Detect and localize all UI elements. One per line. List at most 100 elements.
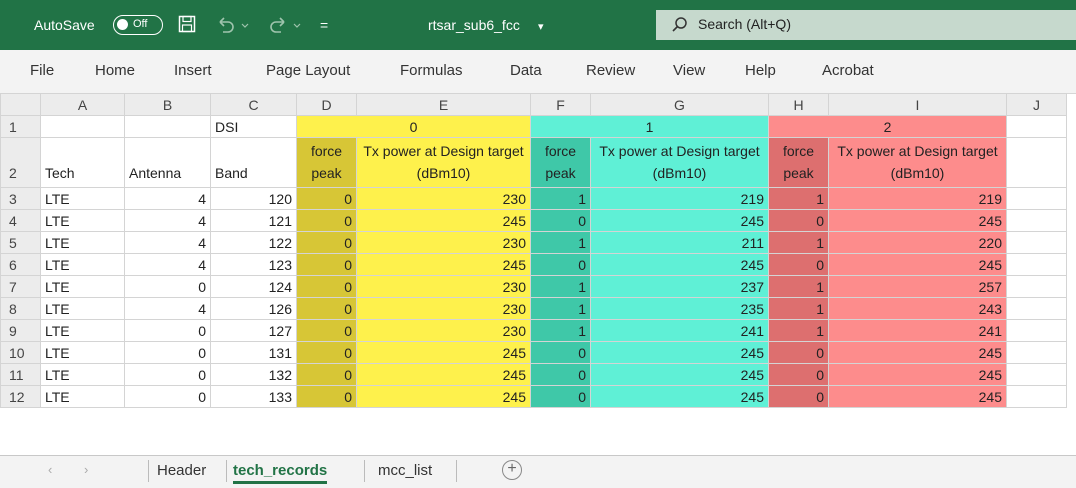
cell[interactable]: 245 <box>590 209 769 232</box>
cell[interactable] <box>1006 275 1067 298</box>
cell[interactable]: 245 <box>356 385 531 408</box>
cell[interactable]: 230 <box>356 275 531 298</box>
cell[interactable]: 245 <box>356 209 531 232</box>
file-name[interactable]: rtsar_sub6_fcc <box>428 16 520 34</box>
cell[interactable]: 0 <box>530 385 591 408</box>
cell[interactable]: 0 <box>768 385 829 408</box>
cell[interactable]: 245 <box>356 363 531 386</box>
cell[interactable]: LTE <box>40 275 125 298</box>
sheet-scroll-arrows[interactable]: ‹ › <box>48 462 102 477</box>
ribbon-tab-page-layout[interactable]: Page Layout <box>266 62 350 79</box>
cell[interactable]: 235 <box>590 297 769 320</box>
cell[interactable] <box>1006 319 1067 342</box>
cell[interactable]: 1 <box>768 187 829 210</box>
ribbon-tab-review[interactable]: Review <box>586 62 635 79</box>
cell[interactable]: LTE <box>40 253 125 276</box>
add-sheet-icon[interactable]: + <box>502 460 522 480</box>
column-header[interactable]: D <box>296 93 357 116</box>
cell[interactable]: 0 <box>124 385 211 408</box>
cell[interactable]: 0 <box>530 341 591 364</box>
cell[interactable]: 0 <box>296 363 357 386</box>
redo-icon[interactable] <box>266 15 306 33</box>
column-header[interactable]: A <box>40 93 125 116</box>
cell[interactable]: 0 <box>296 187 357 210</box>
cell[interactable]: 245 <box>828 341 1007 364</box>
ribbon-tab-file[interactable]: File <box>30 62 54 79</box>
row-header[interactable]: 6 <box>0 253 41 276</box>
cell[interactable]: 0 <box>530 253 591 276</box>
cell[interactable]: 1 <box>530 275 591 298</box>
cell[interactable]: 4 <box>124 253 211 276</box>
cell[interactable]: 4 <box>124 187 211 210</box>
cell[interactable]: 245 <box>590 253 769 276</box>
cell[interactable]: 1 <box>768 319 829 342</box>
cell[interactable]: 241 <box>828 319 1007 342</box>
cell[interactable]: 121 <box>210 209 297 232</box>
column-header[interactable]: I <box>828 93 1007 116</box>
sheet-tab-header[interactable]: Header <box>157 462 206 479</box>
cell[interactable] <box>1006 231 1067 254</box>
sheet-tab-mcc-list[interactable]: mcc_list <box>378 462 432 479</box>
cell[interactable] <box>1006 209 1067 232</box>
row-header[interactable]: 10 <box>0 341 41 364</box>
cell[interactable]: LTE <box>40 297 125 320</box>
cell[interactable] <box>1006 137 1067 188</box>
cell[interactable]: 0 <box>296 297 357 320</box>
cell[interactable]: 1 <box>530 319 591 342</box>
ribbon-tab-acrobat[interactable]: Acrobat <box>822 62 874 79</box>
cell[interactable]: 0 <box>296 341 357 364</box>
cell[interactable]: 211 <box>590 231 769 254</box>
cell[interactable]: 127 <box>210 319 297 342</box>
quick-access-customize-icon[interactable]: = <box>320 16 328 34</box>
cell[interactable]: Tx power at Design target (dBm10) <box>356 137 531 188</box>
group-header-2[interactable]: 2 <box>768 115 1007 138</box>
ribbon-tab-insert[interactable]: Insert <box>174 62 212 79</box>
cell[interactable]: LTE <box>40 363 125 386</box>
cell[interactable]: 1 <box>768 297 829 320</box>
cell[interactable]: 132 <box>210 363 297 386</box>
cell[interactable]: LTE <box>40 209 125 232</box>
cell[interactable]: 0 <box>124 275 211 298</box>
cell[interactable]: 220 <box>828 231 1007 254</box>
cell[interactable]: 257 <box>828 275 1007 298</box>
cell[interactable]: 0 <box>296 319 357 342</box>
cell[interactable]: 241 <box>590 319 769 342</box>
cell[interactable]: Antenna <box>124 137 211 188</box>
cell[interactable]: 126 <box>210 297 297 320</box>
cell[interactable]: 0 <box>768 363 829 386</box>
cell[interactable]: 120 <box>210 187 297 210</box>
row-header[interactable]: 5 <box>0 231 41 254</box>
cell[interactable]: 0 <box>530 363 591 386</box>
column-header[interactable]: F <box>530 93 591 116</box>
column-header[interactable]: J <box>1006 93 1067 116</box>
cell[interactable]: 0 <box>530 209 591 232</box>
cell[interactable]: 219 <box>590 187 769 210</box>
cell[interactable]: force peak <box>768 137 829 188</box>
cell[interactable]: 230 <box>356 187 531 210</box>
cell[interactable]: 245 <box>356 341 531 364</box>
cell[interactable] <box>124 115 211 138</box>
ribbon-tab-help[interactable]: Help <box>745 62 776 79</box>
cell[interactable]: LTE <box>40 341 125 364</box>
row-header[interactable]: 11 <box>0 363 41 386</box>
cell[interactable]: 243 <box>828 297 1007 320</box>
chevron-down-icon[interactable]: ▾ <box>538 18 544 36</box>
cell[interactable]: 245 <box>590 385 769 408</box>
cell[interactable] <box>1006 253 1067 276</box>
cell[interactable]: 0 <box>768 341 829 364</box>
cell[interactable]: 0 <box>124 319 211 342</box>
row-header[interactable]: 8 <box>0 297 41 320</box>
cell[interactable]: 0 <box>296 209 357 232</box>
group-header-1[interactable]: 1 <box>530 115 769 138</box>
cell[interactable]: 0 <box>296 231 357 254</box>
column-header[interactable]: B <box>124 93 211 116</box>
cell[interactable]: 245 <box>356 253 531 276</box>
cell[interactable]: 124 <box>210 275 297 298</box>
cell[interactable]: 219 <box>828 187 1007 210</box>
cell[interactable]: 1 <box>530 231 591 254</box>
row-header[interactable]: 4 <box>0 209 41 232</box>
cell[interactable]: 0 <box>296 253 357 276</box>
cell[interactable]: force peak <box>530 137 591 188</box>
cell[interactable]: 0 <box>296 275 357 298</box>
group-header-0[interactable]: 0 <box>296 115 531 138</box>
